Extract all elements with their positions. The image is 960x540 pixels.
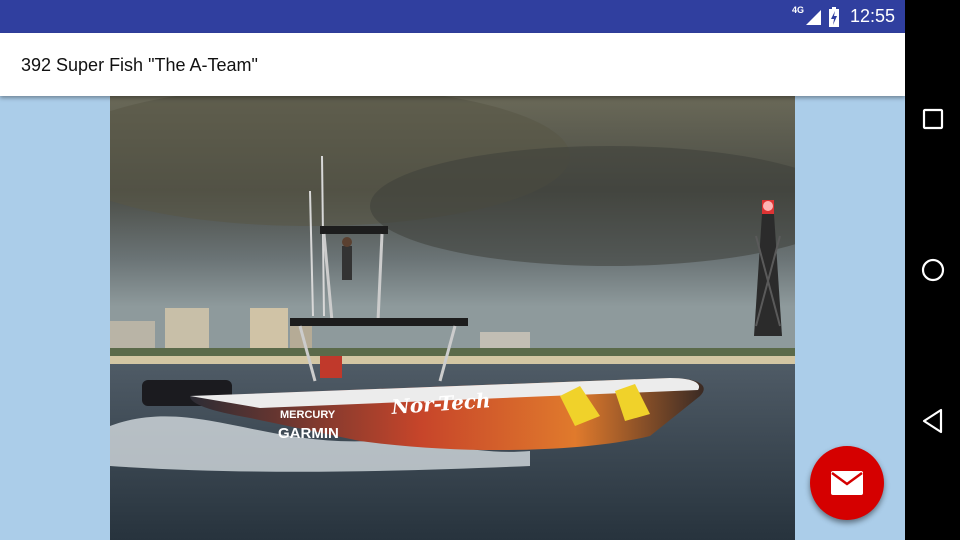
recents-icon [922, 108, 943, 130]
signal-icon [805, 9, 821, 25]
email-fab-button[interactable] [810, 446, 884, 520]
content-area: MERCURY GARMIN Nor-Tech [0, 96, 905, 540]
home-button[interactable] [905, 245, 960, 295]
home-icon [921, 258, 944, 282]
hull-text-garmin: GARMIN [278, 425, 339, 442]
back-icon [922, 408, 942, 434]
status-bar: 4G 12:55 [0, 0, 905, 33]
recents-button[interactable] [905, 94, 960, 144]
network-type-label: 4G [791, 4, 804, 15]
back-button[interactable] [905, 396, 960, 446]
mail-icon [831, 471, 863, 495]
clock: 12:55 [849, 6, 895, 26]
hull-text-mercury: MERCURY [280, 409, 336, 421]
navigation-bar [905, 0, 960, 540]
battery-charging-icon [828, 6, 839, 27]
boat-photo[interactable]: MERCURY GARMIN Nor-Tech [110, 96, 795, 540]
page-title: 392 Super Fish "The A-Team" [21, 55, 258, 75]
status-icons: 4G 12:55 [792, 0, 895, 33]
app-bar: 392 Super Fish "The A-Team" [0, 33, 905, 96]
